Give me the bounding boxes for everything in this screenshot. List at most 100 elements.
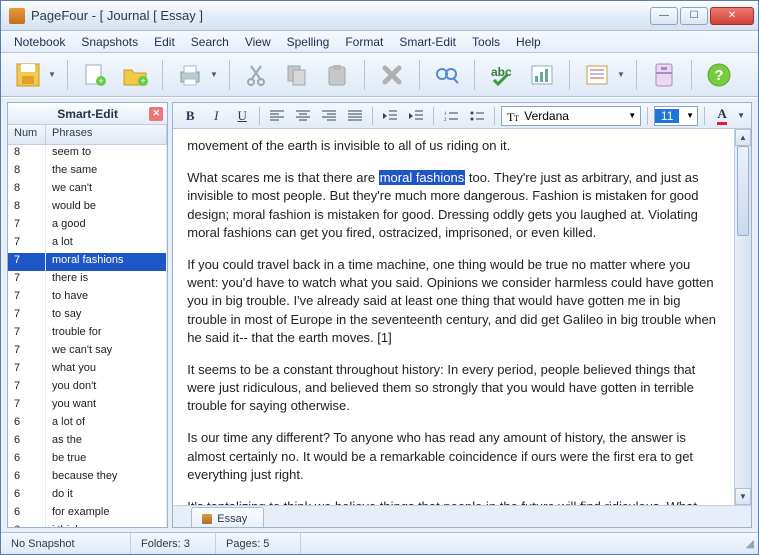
phrase-list[interactable]: 8seem to8the same8we can't8would be7a go… [8,145,167,527]
phrase-row[interactable]: 7to have [8,289,167,307]
italic-button[interactable]: I [205,106,227,126]
app-icon [9,8,25,24]
menubar: NotebookSnapshotsEditSearchViewSpellingF… [1,31,758,53]
phrase-row[interactable]: 6i think [8,523,167,527]
copy-icon[interactable] [280,58,314,92]
scroll-thumb[interactable] [737,146,749,236]
svg-text:abc: abc [491,65,512,79]
statusbar: No Snapshot Folders: 3 Pages: 5 ◢ [1,532,758,554]
main-toolbar: ▼ + + ▼ abc ▼ ? [1,53,758,97]
close-button[interactable]: ✕ [710,7,754,25]
para: Is our time any different? To anyone who… [187,429,720,484]
spellcheck-icon[interactable]: abc [485,58,519,92]
phrase-row[interactable]: 6for example [8,505,167,523]
search-icon[interactable] [430,58,464,92]
font-icon: TT [506,109,520,123]
smartedit-panel: Smart-Edit ✕ Num Phrases 8seem to8the sa… [7,102,168,528]
phrase-row[interactable]: 7there is [8,271,167,289]
phrase-row[interactable]: 8we can't [8,181,167,199]
menu-notebook[interactable]: Notebook [7,33,72,51]
phrase-row[interactable]: 8would be [8,199,167,217]
phrase-row[interactable]: 7to say [8,307,167,325]
svg-text:+: + [98,76,103,86]
phrase-row[interactable]: 6a lot of [8,415,167,433]
phrase-row[interactable]: 7a lot [8,235,167,253]
menu-search[interactable]: Search [184,33,236,51]
print-dropdown[interactable]: ▼ [209,58,219,92]
titlebar: PageFour - [ Journal [ Essay ] — ☐ ✕ [1,1,758,31]
phrase-row[interactable]: 7what you [8,361,167,379]
grid-header: Num Phrases [8,125,167,145]
phrase-row[interactable]: 6as the [8,433,167,451]
format-toolbar: B I U 12 TT Verdana ▼ [173,103,751,129]
text-editor[interactable]: movement of the earth is invisible to al… [173,129,734,505]
phrase-row[interactable]: 7a good [8,217,167,235]
window-title: PageFour - [ Journal [ Essay ] [31,8,650,23]
col-num-header[interactable]: Num [8,125,46,144]
phrase-row[interactable]: 7moral fashions [8,253,167,271]
align-left-button[interactable] [266,106,288,126]
maximize-button[interactable]: ☐ [680,7,708,25]
new-page-icon[interactable]: + [78,58,112,92]
smartedit-dropdown[interactable]: ▼ [616,58,626,92]
delete-icon[interactable] [375,58,409,92]
phrase-row[interactable]: 7trouble for [8,325,167,343]
menu-edit[interactable]: Edit [147,33,182,51]
menu-view[interactable]: View [238,33,278,51]
align-right-button[interactable] [318,106,340,126]
col-phrase-header[interactable]: Phrases [46,125,167,144]
svg-text:2: 2 [444,118,447,122]
tab-essay[interactable]: Essay [191,507,264,527]
scroll-down-icon[interactable]: ▼ [735,488,751,505]
menu-tools[interactable]: Tools [465,33,507,51]
bullet-list-button[interactable] [466,106,488,126]
menu-help[interactable]: Help [509,33,548,51]
align-justify-button[interactable] [344,106,366,126]
menu-smartedit[interactable]: Smart-Edit [392,33,463,51]
phrase-row[interactable]: 6be true [8,451,167,469]
font-color-button[interactable]: A [711,106,733,126]
save-dropdown[interactable]: ▼ [47,58,57,92]
smartedit-icon[interactable] [580,58,614,92]
font-size-select[interactable]: 11 ▼ [654,106,698,126]
phrase-row[interactable]: 8the same [8,163,167,181]
highlighted-phrase: moral fashions [379,170,466,185]
scrollbar[interactable]: ▲ ▼ [734,129,751,505]
align-center-button[interactable] [292,106,314,126]
numbered-list-button[interactable]: 12 [440,106,462,126]
scroll-up-icon[interactable]: ▲ [735,129,751,146]
underline-button[interactable]: U [231,106,253,126]
phrase-row[interactable]: 6because they [8,469,167,487]
para: It seems to be a constant throughout his… [187,361,720,416]
svg-text:+: + [140,76,145,86]
archive-icon[interactable] [647,58,681,92]
phrase-row[interactable]: 7you want [8,397,167,415]
new-folder-icon[interactable]: + [118,58,152,92]
bold-button[interactable]: B [179,106,201,126]
menu-snapshots[interactable]: Snapshots [74,33,145,51]
menu-spelling[interactable]: Spelling [280,33,337,51]
phrase-row[interactable]: 7we can't say [8,343,167,361]
para: What scares me is that there are moral f… [187,169,720,242]
panel-close-icon[interactable]: ✕ [149,107,163,121]
help-icon[interactable]: ? [702,58,736,92]
font-name-value: Verdana [524,109,624,123]
minimize-button[interactable]: — [650,7,678,25]
font-family-select[interactable]: TT Verdana ▼ [501,106,641,126]
para: movement of the earth is invisible to al… [187,137,720,155]
status-snapshot: No Snapshot [1,533,131,554]
paste-icon[interactable] [320,58,354,92]
para: It's tantalizing to think we believe thi… [187,498,720,505]
stats-icon[interactable] [525,58,559,92]
phrase-row[interactable]: 7you don't [8,379,167,397]
font-color-dropdown[interactable]: ▼ [737,111,745,120]
cut-icon[interactable] [240,58,274,92]
phrase-row[interactable]: 6do it [8,487,167,505]
print-icon[interactable] [173,58,207,92]
phrase-row[interactable]: 8seem to [8,145,167,163]
indent-button[interactable] [405,106,427,126]
outdent-button[interactable] [379,106,401,126]
menu-format[interactable]: Format [338,33,390,51]
resize-grip-icon[interactable]: ◢ [736,533,758,554]
save-icon[interactable] [11,58,45,92]
